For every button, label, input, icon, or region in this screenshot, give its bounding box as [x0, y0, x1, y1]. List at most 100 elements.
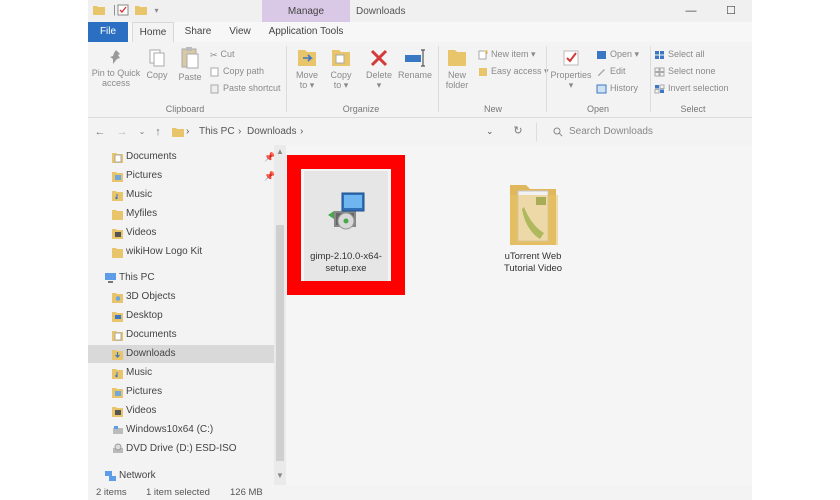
paste-shortcut-icon — [210, 84, 219, 94]
sidebar-item-this-pc[interactable]: This PC — [88, 269, 274, 287]
sidebar-item-videos-pc[interactable]: Videos — [88, 402, 274, 420]
search-icon — [553, 127, 563, 137]
sidebar-item-myfiles[interactable]: Myfiles — [88, 205, 274, 223]
search-placeholder: Search Downloads — [569, 126, 653, 137]
rename-button[interactable]: Rename — [398, 48, 432, 80]
copy-icon — [149, 49, 165, 67]
breadcrumb-downloads[interactable]: Downloads — [247, 126, 296, 137]
select-none-icon — [654, 67, 665, 77]
address-path[interactable]: › This PC › Downloads › ⌄ — [168, 123, 508, 141]
minimize-icon[interactable]: — — [684, 4, 698, 18]
organize-group-label: Organize — [342, 104, 380, 114]
tab-file[interactable]: File — [88, 22, 128, 42]
move-to-icon — [298, 50, 316, 66]
back-arrow-icon[interactable]: ← — [94, 125, 106, 139]
copy-to-icon — [332, 50, 350, 66]
paste-button[interactable]: Paste — [176, 46, 204, 82]
folder-icon — [112, 248, 123, 258]
up-arrow-icon[interactable]: ↑ — [152, 125, 164, 139]
history-button[interactable]: History — [596, 82, 638, 94]
navigation-scrollbar[interactable]: ▲ ▼ — [274, 145, 286, 485]
sidebar-item-3d-objects[interactable]: 3D Objects — [88, 288, 274, 306]
documents-icon — [112, 331, 123, 341]
title-bar: | ▾ Manage Downloads — ☐ — [88, 0, 752, 22]
sidebar-item-windows-drive[interactable]: Windows10x64 (C:) — [88, 421, 274, 439]
history-icon — [596, 84, 607, 94]
folder-item-utorrent-tutorial[interactable]: uTorrent Web Tutorial Video — [490, 175, 576, 285]
easy-access-button[interactable]: Easy access ▾ — [478, 65, 549, 77]
sidebar-item-documents-pc[interactable]: Documents — [88, 326, 274, 344]
select-group-label: Select — [680, 104, 706, 114]
scrollbar-thumb[interactable] — [276, 225, 284, 461]
refresh-icon[interactable]: ↻ — [512, 124, 524, 138]
properties-button[interactable]: Properties ▾ — [548, 48, 594, 90]
pin-icon — [110, 50, 120, 64]
select-none-button[interactable]: Select none — [654, 65, 716, 77]
selection-size: 126 MB — [230, 487, 263, 498]
search-input[interactable]: Search Downloads — [536, 123, 752, 141]
scissors-icon: ✂ — [210, 49, 218, 60]
music-icon — [112, 369, 123, 379]
new-folder-quick-icon[interactable] — [134, 4, 147, 17]
new-folder-button[interactable]: New folder — [442, 46, 472, 90]
sidebar-item-videos[interactable]: Videos — [88, 224, 274, 242]
sidebar-item-desktop[interactable]: Desktop — [88, 307, 274, 325]
open-group-label: Open — [586, 104, 610, 114]
sidebar-item-network[interactable]: Network — [88, 467, 274, 485]
tab-home[interactable]: Home — [132, 22, 174, 42]
customize-quick-access-icon[interactable]: ▾ — [150, 4, 163, 17]
invert-selection-icon — [654, 84, 665, 94]
network-icon — [105, 471, 116, 481]
easy-access-icon — [479, 67, 487, 76]
music-icon — [112, 191, 123, 201]
sidebar-item-music[interactable]: Music — [88, 186, 274, 204]
tab-view[interactable]: View — [222, 22, 258, 42]
sidebar-item-dvd-drive[interactable]: DVD Drive (D:) ESD-ISO — [88, 440, 274, 458]
status-bar: 2 items 1 item selected 126 MB — [88, 485, 752, 500]
rename-icon — [405, 49, 425, 67]
open-button[interactable]: Open ▾ — [596, 48, 639, 60]
move-to-button[interactable]: Move to ▾ — [292, 46, 322, 90]
copy-path-button[interactable]: Copy path — [210, 65, 264, 77]
tab-application-tools[interactable]: Application Tools — [264, 22, 348, 42]
manage-contextual-tab[interactable]: Manage — [262, 0, 350, 22]
group-separator — [546, 46, 547, 112]
paste-icon — [181, 47, 199, 69]
sidebar-item-music-pc[interactable]: Music — [88, 364, 274, 382]
select-all-button[interactable]: Select all — [654, 48, 705, 60]
delete-button[interactable]: Delete ▾ — [364, 48, 394, 90]
path-separator-icon: › — [300, 126, 304, 137]
folder-icon — [112, 210, 123, 220]
scroll-up-icon[interactable]: ▲ — [274, 147, 286, 156]
forward-arrow-icon[interactable]: → — [116, 125, 128, 139]
maximize-icon[interactable]: ☐ — [724, 4, 738, 18]
invert-selection-button[interactable]: Invert selection — [654, 82, 729, 94]
tab-share[interactable]: Share — [180, 22, 216, 42]
paste-shortcut-button[interactable]: Paste shortcut — [210, 82, 281, 94]
sidebar-item-wikihow-logo-kit[interactable]: wikiHow Logo Kit — [88, 243, 274, 261]
videos-icon — [112, 407, 123, 417]
sidebar-item-documents[interactable]: Documents 📌 — [88, 148, 275, 166]
ribbon: Pin to Quick access Copy Paste ✂ Cut Copy … — [88, 42, 752, 118]
group-separator — [286, 46, 287, 112]
folder-path-icon — [172, 128, 184, 137]
folder-quick-icon[interactable] — [92, 4, 105, 17]
recent-locations-chevron-icon[interactable]: ⌄ — [136, 125, 148, 139]
sidebar-item-pictures-pc[interactable]: Pictures — [88, 383, 274, 401]
pictures-icon — [112, 172, 123, 182]
sidebar-item-pictures[interactable]: Pictures 📌 — [88, 167, 275, 185]
sidebar-item-downloads[interactable]: Downloads — [88, 345, 274, 363]
edit-button[interactable]: Edit — [596, 65, 626, 77]
delete-x-icon — [370, 49, 388, 67]
address-dropdown-chevron-icon[interactable]: ⌄ — [486, 126, 494, 137]
group-separator — [438, 46, 439, 112]
highlight-box — [287, 155, 405, 295]
new-item-button[interactable]: New item ▾ — [478, 48, 536, 60]
pin-to-quick-access-button[interactable]: Pin to Quick access — [90, 48, 142, 88]
properties-quick-icon[interactable] — [116, 4, 129, 17]
copy-button[interactable]: Copy — [144, 48, 170, 80]
breadcrumb-this-pc[interactable]: This PC — [199, 126, 235, 137]
cut-button[interactable]: ✂ Cut — [210, 48, 235, 61]
scroll-down-icon[interactable]: ▼ — [274, 471, 286, 480]
copy-to-button[interactable]: Copy to ▾ — [326, 46, 356, 90]
